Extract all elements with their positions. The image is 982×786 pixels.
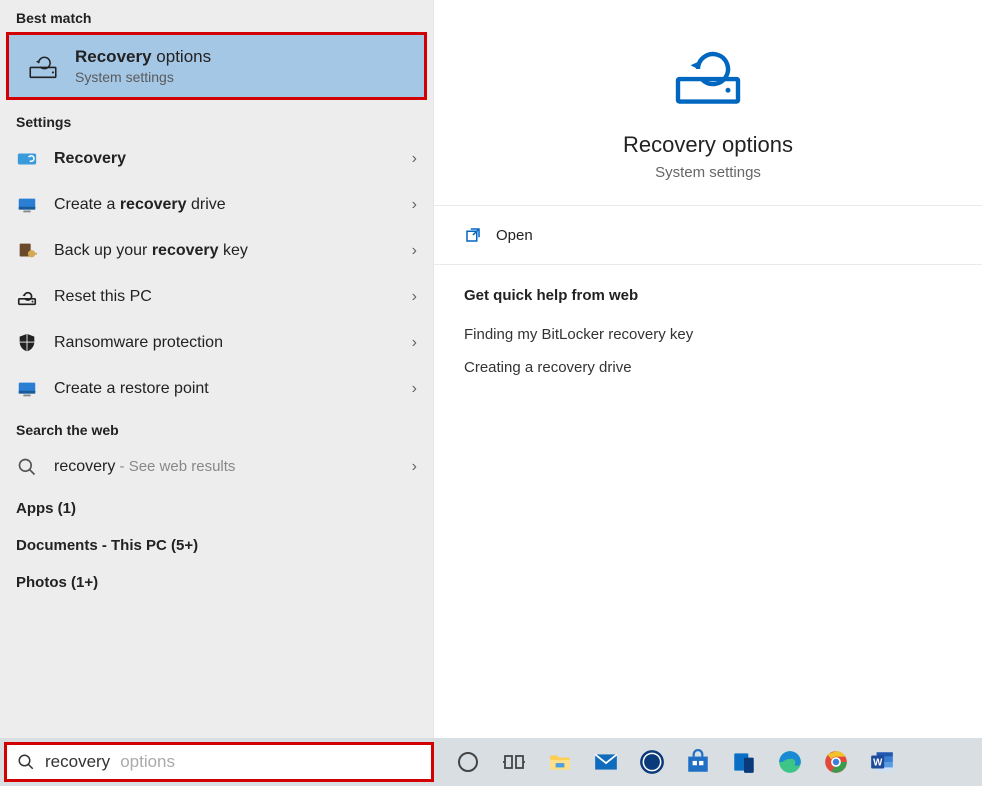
shield-icon: [14, 330, 40, 356]
search-results-left: Best match Recovery options System setti…: [0, 0, 433, 738]
more-category-photos[interactable]: Photos (1+): [0, 564, 433, 601]
backup-key-icon: [14, 238, 40, 264]
web-search-label: recovery - See web results: [54, 458, 398, 476]
help-link-recovery-drive[interactable]: Creating a recovery drive: [464, 351, 952, 384]
taskbar-search-box[interactable]: recovery options: [4, 742, 434, 782]
best-match-subtitle: System settings: [75, 69, 211, 85]
best-match-title: Recovery options: [75, 47, 211, 67]
search-typed-text: recovery: [45, 752, 110, 772]
task-view-icon[interactable]: [498, 746, 530, 778]
reset-pc-icon: [14, 284, 40, 310]
chevron-right-icon: ›: [412, 150, 417, 168]
file-explorer-icon[interactable]: [544, 746, 576, 778]
phone-link-icon[interactable]: [728, 746, 760, 778]
chevron-right-icon: ›: [412, 458, 417, 476]
chevron-right-icon: ›: [412, 288, 417, 306]
settings-item-label: Create a restore point: [54, 380, 398, 398]
detail-hero: Recovery options System settings: [434, 0, 982, 206]
store-icon[interactable]: [682, 746, 714, 778]
search-suggestion-text: options: [120, 752, 175, 772]
search-icon: [14, 454, 40, 480]
cortana-icon[interactable]: [452, 746, 484, 778]
taskbar-pinned-apps: W: [452, 746, 898, 778]
settings-list: Recovery › Create a recovery drive › Bac…: [0, 136, 433, 412]
chrome-icon[interactable]: [820, 746, 852, 778]
more-category-documents[interactable]: Documents - This PC (5+): [0, 527, 433, 564]
settings-item-ransomware[interactable]: Ransomware protection ›: [0, 320, 433, 366]
word-icon[interactable]: W: [866, 746, 898, 778]
web-search-item[interactable]: recovery - See web results ›: [0, 444, 433, 490]
recovery-options-icon: [668, 34, 748, 114]
chevron-right-icon: ›: [412, 334, 417, 352]
settings-header: Settings: [0, 104, 433, 136]
settings-item-restore-point[interactable]: Create a restore point ›: [0, 366, 433, 412]
best-match-texts: Recovery options System settings: [75, 47, 211, 85]
taskbar: recovery options W: [0, 738, 982, 786]
detail-subtitle: System settings: [655, 164, 761, 181]
edge-icon[interactable]: [774, 746, 806, 778]
settings-item-label: Back up your recovery key: [54, 242, 398, 260]
search-icon: [17, 753, 35, 771]
search-web-header: Search the web: [0, 412, 433, 444]
chevron-right-icon: ›: [412, 380, 417, 398]
chevron-right-icon: ›: [412, 196, 417, 214]
chevron-right-icon: ›: [412, 242, 417, 260]
help-section: Get quick help from web Finding my BitLo…: [434, 265, 982, 406]
recovery-options-icon: [25, 48, 61, 84]
detail-title: Recovery options: [623, 132, 793, 158]
best-match-recovery-options[interactable]: Recovery options System settings: [6, 32, 427, 100]
settings-item-label: Reset this PC: [54, 288, 398, 306]
monitor-drive-icon: [14, 192, 40, 218]
settings-item-reset-pc[interactable]: Reset this PC ›: [0, 274, 433, 320]
monitor-icon: [14, 376, 40, 402]
settings-item-create-recovery-drive[interactable]: Create a recovery drive ›: [0, 182, 433, 228]
mail-icon[interactable]: [590, 746, 622, 778]
more-category-apps[interactable]: Apps (1): [0, 490, 433, 527]
settings-item-backup-recovery-key[interactable]: Back up your recovery key ›: [0, 228, 433, 274]
open-action[interactable]: Open: [434, 206, 982, 265]
open-label: Open: [496, 227, 533, 244]
settings-item-label: Create a recovery drive: [54, 196, 398, 214]
help-header: Get quick help from web: [464, 287, 952, 304]
help-link-bitlocker[interactable]: Finding my BitLocker recovery key: [464, 318, 952, 351]
open-icon: [464, 226, 482, 244]
settings-item-recovery[interactable]: Recovery ›: [0, 136, 433, 182]
best-match-header: Best match: [0, 0, 433, 32]
settings-item-label: Ransomware protection: [54, 334, 398, 352]
detail-pane: Recovery options System settings Open Ge…: [433, 0, 982, 738]
settings-item-label: Recovery: [54, 150, 398, 168]
dell-icon[interactable]: [636, 746, 668, 778]
recovery-icon: [14, 146, 40, 172]
svg-text:W: W: [873, 757, 883, 768]
